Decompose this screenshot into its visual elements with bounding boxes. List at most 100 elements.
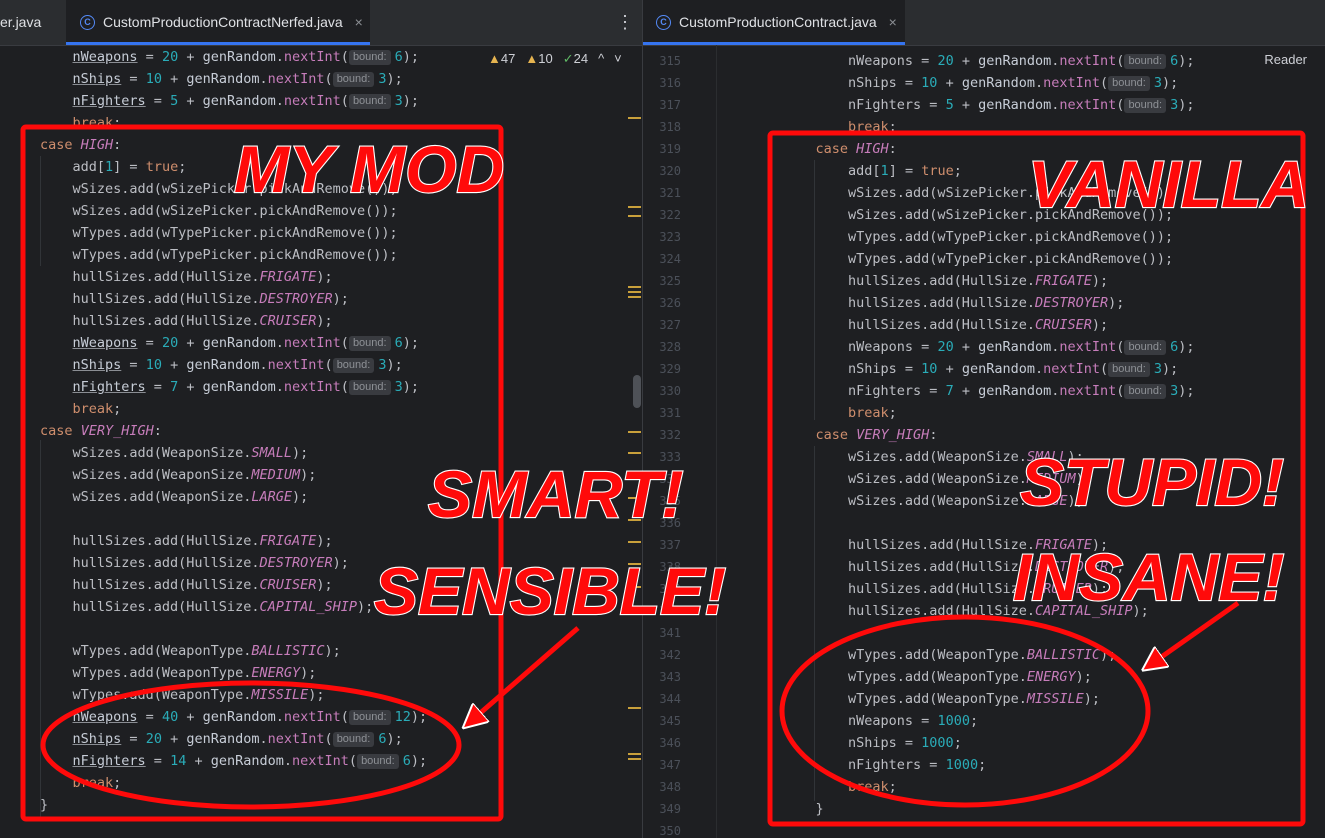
code-line[interactable]: case VERY_HIGH: <box>40 420 162 442</box>
code-line[interactable]: wSizes.add(WeaponSize.MEDIUM); <box>40 464 317 486</box>
code-line[interactable]: nShips = 1000; <box>783 732 962 754</box>
line-number[interactable]: 340 <box>645 600 681 622</box>
line-number[interactable]: 319 <box>645 138 681 160</box>
line-number[interactable]: 341 <box>645 622 681 644</box>
tab-custom-production-contract-nerfed[interactable]: C CustomProductionContractNerfed.java × <box>66 0 370 45</box>
code-line[interactable]: nFighters = 7 + genRandom.nextInt(bound:… <box>783 380 1195 402</box>
line-number[interactable]: 332 <box>645 424 681 446</box>
line-number[interactable]: 323 <box>645 226 681 248</box>
code-line[interactable]: nShips = 10 + genRandom.nextInt(bound: 3)… <box>40 354 403 376</box>
more-options-icon[interactable]: ⋮ <box>616 12 634 33</box>
line-number[interactable]: 334 <box>645 468 681 490</box>
code-line[interactable]: hullSizes.add(HullSize.FRIGATE); <box>40 530 333 552</box>
code-line[interactable]: nWeapons = 20 + genRandom.nextInt(bound:… <box>40 332 419 354</box>
code-line[interactable]: hullSizes.add(HullSize.CRUISER); <box>40 574 333 596</box>
code-line[interactable]: wSizes.add(WeaponSize.SMALL); <box>40 442 309 464</box>
code-line[interactable]: wTypes.add(WeaponType.ENERGY); <box>40 662 317 684</box>
line-number[interactable]: 322 <box>645 204 681 226</box>
code-line[interactable]: wSizes.add(WeaponSize.MEDIUM); <box>783 468 1092 490</box>
line-number[interactable]: 333 <box>645 446 681 468</box>
line-number[interactable]: 336 <box>645 512 681 534</box>
code-line[interactable]: nWeapons = 20 + genRandom.nextInt(bound:… <box>783 336 1195 358</box>
line-number[interactable]: 338 <box>645 556 681 578</box>
code-line[interactable]: break; <box>40 772 122 794</box>
line-number[interactable]: 331 <box>645 402 681 424</box>
line-number[interactable]: 347 <box>645 754 681 776</box>
tab-custom-production-contract[interactable]: C CustomProductionContract.java × <box>643 0 905 45</box>
code-line[interactable]: wTypes.add(WeaponType.ENERGY); <box>783 666 1092 688</box>
code-line[interactable]: wSizes.add(WeaponSize.LARGE); <box>40 486 309 508</box>
code-line[interactable]: wTypes.add(WeaponType.MISSILE); <box>783 688 1100 710</box>
line-number[interactable]: 345 <box>645 710 681 732</box>
code-line[interactable]: hullSizes.add(HullSize.CRUISER); <box>783 314 1108 336</box>
code-line[interactable]: wTypes.add(wTypePicker.pickAndRemove()); <box>40 222 398 244</box>
code-line[interactable]: hullSizes.add(HullSize.FRIGATE); <box>783 270 1108 292</box>
editor-pane-left[interactable]: er.java C CustomProductionContractNerfed… <box>0 0 642 838</box>
code-line[interactable]: wSizes.add(wSizePicker.pickAndRemove()); <box>40 178 398 200</box>
code-line[interactable]: wTypes.add(WeaponType.BALLISTIC); <box>40 640 341 662</box>
line-number[interactable]: 346 <box>645 732 681 754</box>
line-number[interactable]: 339 <box>645 578 681 600</box>
code-line[interactable]: wTypes.add(WeaponType.MISSILE); <box>40 684 325 706</box>
code-line[interactable]: hullSizes.add(HullSize.DESTROYER); <box>783 556 1124 578</box>
line-number[interactable]: 337 <box>645 534 681 556</box>
code-line[interactable]: hullSizes.add(HullSize.DESTROYER); <box>40 552 349 574</box>
code-line[interactable]: break; <box>783 116 897 138</box>
line-number[interactable]: 321 <box>645 182 681 204</box>
code-line[interactable]: hullSizes.add(HullSize.CRUISER); <box>783 578 1108 600</box>
code-line[interactable]: wSizes.add(WeaponSize.SMALL); <box>783 446 1084 468</box>
code-line[interactable]: wSizes.add(wSizePicker.pickAndRemove()); <box>40 200 398 222</box>
code-line[interactable]: nWeapons = 20 + genRandom.nextInt(bound:… <box>783 50 1195 72</box>
line-number[interactable]: 344 <box>645 688 681 710</box>
editor-pane-right[interactable]: C CustomProductionContract.java × 315 nW… <box>643 0 1325 838</box>
code-line[interactable]: nWeapons = 20 + genRandom.nextInt(bound:… <box>40 46 419 68</box>
code-line[interactable]: nFighters = 5 + genRandom.nextInt(bound:… <box>40 90 419 112</box>
code-line[interactable]: nFighters = 5 + genRandom.nextInt(bound:… <box>783 94 1195 116</box>
code-line[interactable]: break; <box>40 112 122 134</box>
code-line[interactable]: wTypes.add(wTypePicker.pickAndRemove()); <box>783 226 1173 248</box>
code-line[interactable]: wTypes.add(WeaponType.BALLISTIC); <box>783 644 1116 666</box>
code-line[interactable]: add[1] = true; <box>40 156 187 178</box>
code-line[interactable]: wSizes.add(wSizePicker.pickAndRemove()); <box>783 182 1173 204</box>
code-line[interactable]: hullSizes.add(HullSize.CAPITAL_SHIP); <box>40 596 374 618</box>
scrollbar-thumb[interactable] <box>633 375 641 408</box>
code-line[interactable]: hullSizes.add(HullSize.DESTROYER); <box>40 288 349 310</box>
code-line[interactable]: hullSizes.add(HullSize.FRIGATE); <box>40 266 333 288</box>
close-icon[interactable]: × <box>355 14 363 30</box>
line-number[interactable]: 330 <box>645 380 681 402</box>
tab-partial[interactable]: er.java <box>0 0 60 44</box>
code-line[interactable]: nFighters = 14 + genRandom.nextInt(bound… <box>40 750 427 772</box>
reader-mode-toggle[interactable]: Reader <box>1264 52 1307 67</box>
code-line[interactable]: break; <box>783 776 897 798</box>
line-number[interactable]: 315 <box>645 50 681 72</box>
line-number[interactable]: 350 <box>645 820 681 838</box>
code-line[interactable]: case HIGH: <box>40 134 121 156</box>
code-line[interactable]: nWeapons = 40 + genRandom.nextInt(bound:… <box>40 706 427 728</box>
line-number[interactable]: 343 <box>645 666 681 688</box>
code-line[interactable]: break; <box>40 398 122 420</box>
close-icon[interactable]: × <box>889 14 897 30</box>
code-line[interactable]: case HIGH: <box>783 138 897 160</box>
line-number[interactable]: 318 <box>645 116 681 138</box>
code-line[interactable]: nFighters = 7 + genRandom.nextInt(bound:… <box>40 376 419 398</box>
code-line[interactable]: nShips = 20 + genRandom.nextInt(bound: 6)… <box>40 728 403 750</box>
line-number[interactable]: 349 <box>645 798 681 820</box>
line-number[interactable]: 320 <box>645 160 681 182</box>
previous-highlight-icon[interactable]: ^ <box>598 51 604 67</box>
code-line[interactable]: add[1] = true; <box>783 160 962 182</box>
code-line[interactable]: break; <box>783 402 897 424</box>
code-line[interactable]: nShips = 10 + genRandom.nextInt(bound: 3)… <box>40 68 403 90</box>
code-line[interactable]: case VERY_HIGH: <box>783 424 938 446</box>
code-line[interactable]: wTypes.add(wTypePicker.pickAndRemove()); <box>783 248 1173 270</box>
code-line[interactable]: wSizes.add(WeaponSize.LARGE); <box>783 490 1084 512</box>
code-line[interactable]: wSizes.add(wSizePicker.pickAndRemove()); <box>783 204 1173 226</box>
line-number[interactable]: 329 <box>645 358 681 380</box>
line-number[interactable]: 317 <box>645 94 681 116</box>
code-line[interactable]: nShips = 10 + genRandom.nextInt(bound: 3)… <box>783 72 1178 94</box>
line-number[interactable]: 324 <box>645 248 681 270</box>
line-number[interactable]: 326 <box>645 292 681 314</box>
line-number[interactable]: 316 <box>645 72 681 94</box>
code-line[interactable]: } <box>40 794 48 816</box>
code-line[interactable]: } <box>783 798 824 820</box>
code-line[interactable]: hullSizes.add(HullSize.CRUISER); <box>40 310 333 332</box>
